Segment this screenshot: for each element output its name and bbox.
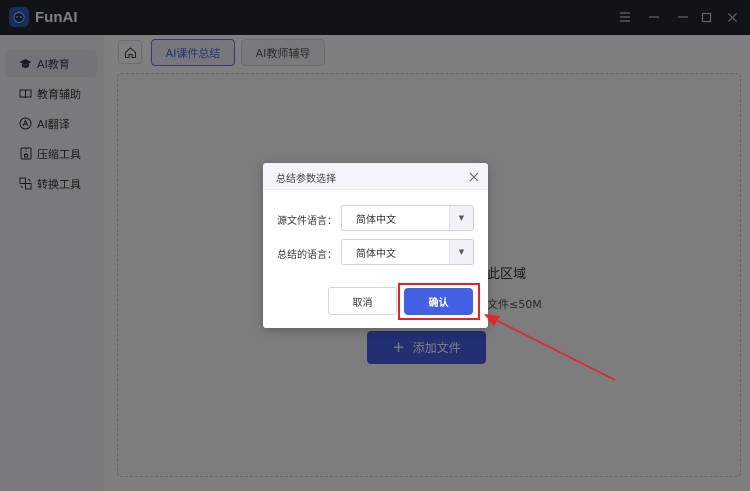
summary-language-label: 总结的语言： xyxy=(277,250,337,261)
select-value: 简体中文 xyxy=(356,214,396,226)
cancel-button[interactable]: 取消 xyxy=(328,287,397,315)
select-value: 简体中文 xyxy=(356,248,396,260)
source-language-select[interactable]: 简体中文 ▼ xyxy=(341,205,474,231)
dialog-header: 总结参数选择 xyxy=(263,163,488,190)
annotation-arrow-icon xyxy=(484,314,616,381)
source-language-label: 源文件语言： xyxy=(277,216,337,227)
dropdown-arrow-icon[interactable]: ▼ xyxy=(449,240,473,264)
dialog-title: 总结参数选择 xyxy=(276,174,336,185)
summary-language-select[interactable]: 简体中文 ▼ xyxy=(341,239,474,265)
close-icon[interactable] xyxy=(467,170,480,183)
dropdown-arrow-icon[interactable]: ▼ xyxy=(449,206,473,230)
annotation-highlight-box xyxy=(398,283,480,320)
